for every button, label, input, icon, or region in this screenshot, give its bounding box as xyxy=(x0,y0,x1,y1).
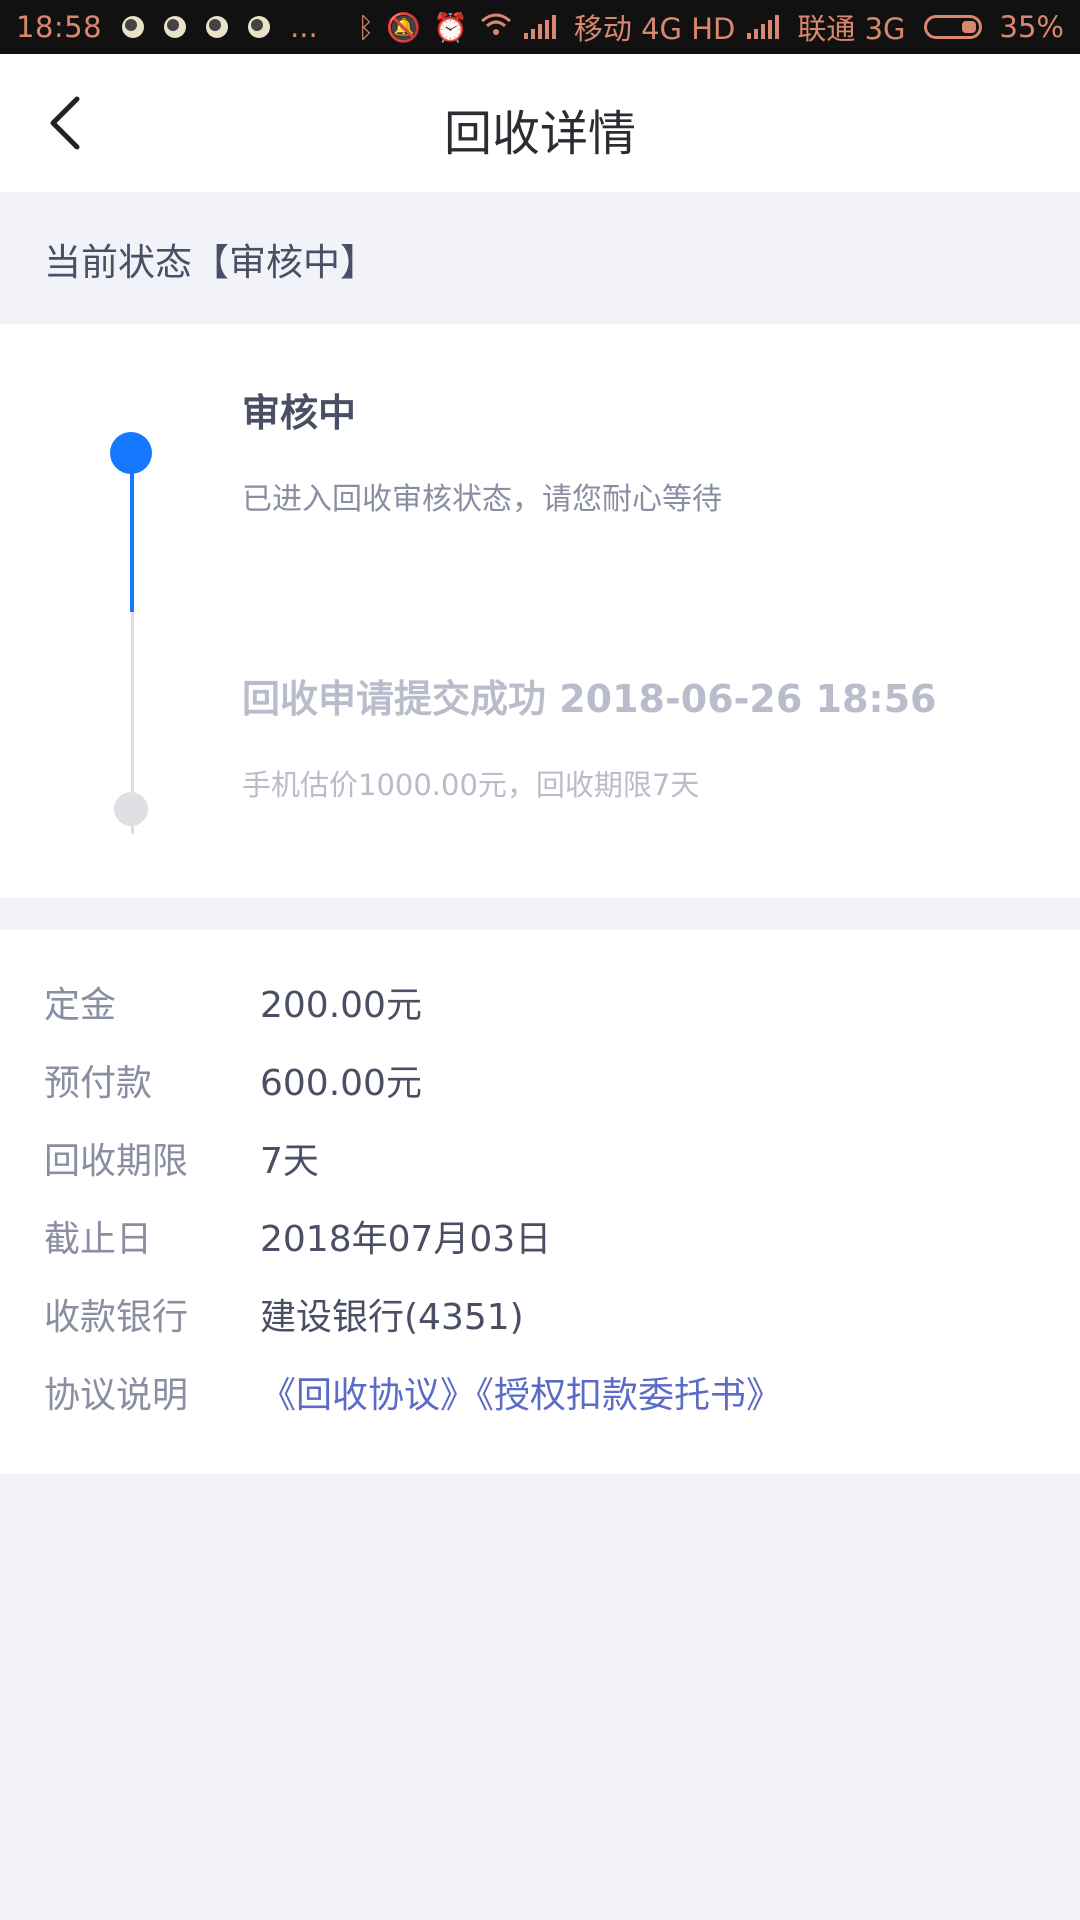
timeline-dot-inactive xyxy=(114,792,148,826)
recycle-agreement-link[interactable]: 《回收协议》 xyxy=(260,1375,476,1416)
detail-value: 2018年07月03日 xyxy=(260,1219,552,1260)
notification-icon xyxy=(122,16,145,38)
header: 回收详情 xyxy=(0,54,1080,192)
notification-icon xyxy=(206,16,229,38)
detail-value: 建设银行(4351) xyxy=(260,1297,524,1338)
status-bar: 18:58 ... ᛒ 🔕 ⏰ 移动 4G HD 联通 3G 35% xyxy=(0,0,1080,54)
signal-icon xyxy=(747,15,780,39)
timeline-step-title: 回收申请提交成功 2018-06-26 18:56 xyxy=(242,677,937,721)
detail-value: 200.00元 xyxy=(260,985,422,1026)
notification-more: ... xyxy=(290,10,318,44)
detail-value: 600.00元 xyxy=(260,1063,422,1104)
timeline-step-title: 审核中 xyxy=(242,391,357,435)
timeline-line-active xyxy=(130,456,134,612)
detail-label: 预付款 xyxy=(44,1063,153,1104)
status-time: 18:58 xyxy=(16,10,103,44)
bluetooth-icon: ᛒ xyxy=(357,10,375,44)
detail-row-prepayment: 预付款 600.00元 xyxy=(0,1054,1080,1114)
agreement-links: 《回收协议》《授权扣款委托书》 xyxy=(260,1366,782,1418)
detail-label: 截止日 xyxy=(44,1219,153,1260)
notification-icon xyxy=(164,16,187,38)
current-status-text: 当前状态【审核中】 xyxy=(44,241,377,284)
detail-label: 回收期限 xyxy=(44,1141,189,1182)
detail-row-period: 回收期限 7天 xyxy=(0,1132,1080,1192)
carrier-1: 移动 4G HD xyxy=(573,12,736,46)
carrier-2: 联通 3G xyxy=(797,12,906,46)
detail-row-deposit: 定金 200.00元 xyxy=(0,976,1080,1036)
detail-value: 7天 xyxy=(260,1141,319,1182)
current-status-section: 当前状态【审核中】 xyxy=(0,192,1080,324)
status-right: ᛒ 🔕 ⏰ 移动 4G HD 联通 3G 35% xyxy=(357,6,1064,48)
status-left: 18:58 ... xyxy=(16,10,342,44)
timeline-step-desc: 手机估价1000.00元，回收期限7天 xyxy=(242,768,700,802)
detail-row-agreement: 协议说明 《回收协议》《授权扣款委托书》 xyxy=(0,1366,1080,1426)
mute-icon: 🔕 xyxy=(386,10,421,44)
wifi-icon xyxy=(480,11,512,44)
detail-label: 收款银行 xyxy=(44,1297,189,1338)
details-card: 定金 200.00元 预付款 600.00元 回收期限 7天 截止日 2018年… xyxy=(0,930,1080,1474)
timeline-card: 审核中 已进入回收审核状态，请您耐心等待 回收申请提交成功 2018-06-26… xyxy=(0,324,1080,898)
battery-icon xyxy=(923,15,982,39)
page-title: 回收详情 xyxy=(443,106,636,162)
detail-label: 定金 xyxy=(44,985,117,1026)
signal-icon xyxy=(523,15,556,39)
detail-row-deadline: 截止日 2018年07月03日 xyxy=(0,1210,1080,1270)
alarm-icon: ⏰ xyxy=(433,10,468,44)
detail-label: 协议说明 xyxy=(44,1375,189,1416)
notification-icon xyxy=(248,16,271,38)
detail-row-bank: 收款银行 建设银行(4351) xyxy=(0,1288,1080,1348)
battery-level: 35% xyxy=(999,10,1064,44)
timeline-dot-active xyxy=(110,432,152,474)
debit-authorization-link[interactable]: 《授权扣款委托书》 xyxy=(476,1375,782,1416)
timeline-step-desc: 已进入回收审核状态，请您耐心等待 xyxy=(242,482,722,517)
